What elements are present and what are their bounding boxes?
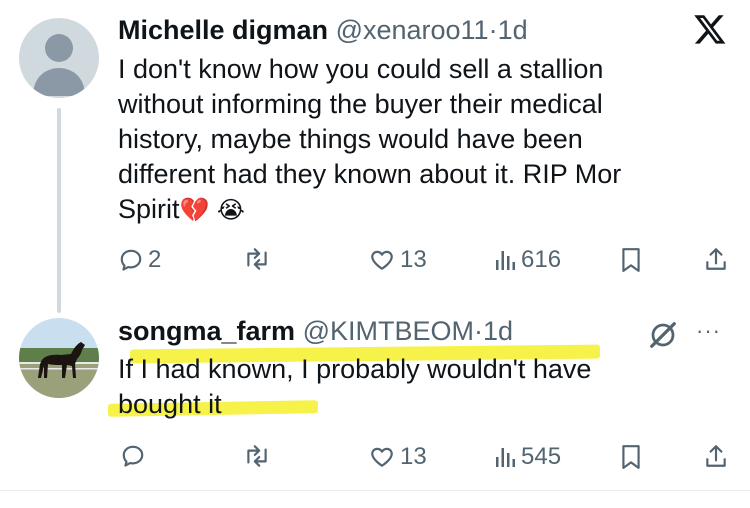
text-line: different had they known about it. RIP M… bbox=[118, 159, 622, 189]
crying-face-emoji: 😭 bbox=[216, 197, 245, 224]
views-button[interactable]: 545 bbox=[493, 443, 561, 471]
bookmark-icon bbox=[622, 248, 640, 272]
retweet-button[interactable] bbox=[243, 246, 271, 272]
view-count: 616 bbox=[521, 246, 562, 273]
tweet2-header: songma_farm @KIMTBEOM·1d bbox=[118, 314, 513, 348]
text-line: If I had known, I probably wouldn't have bbox=[118, 354, 592, 384]
bookmark-icon bbox=[622, 445, 640, 469]
text-line: history, maybe things would have been bbox=[118, 124, 583, 154]
text-line: bought it bbox=[118, 389, 222, 419]
like-button[interactable]: 13 bbox=[368, 246, 427, 274]
timestamp[interactable]: 1d bbox=[483, 316, 513, 346]
reply-icon bbox=[122, 445, 144, 467]
retweet-button[interactable] bbox=[243, 443, 271, 469]
separator-dot: · bbox=[488, 15, 498, 45]
grok-icon[interactable] bbox=[648, 320, 678, 350]
heart-icon bbox=[371, 250, 393, 270]
bookmark-button[interactable] bbox=[620, 444, 642, 470]
share-icon bbox=[706, 248, 726, 270]
text-line: without informing the buyer their medica… bbox=[118, 89, 603, 119]
view-count: 545 bbox=[521, 443, 562, 470]
reply-count: 2 bbox=[148, 246, 162, 273]
reply-button[interactable]: 2 bbox=[118, 246, 161, 274]
retweet-icon bbox=[247, 248, 267, 270]
share-button[interactable] bbox=[703, 246, 729, 272]
divider bbox=[0, 490, 750, 491]
tweet1-header: Michelle digman @xenaroo11·1d bbox=[118, 13, 528, 47]
x-logo-icon[interactable] bbox=[693, 12, 727, 46]
tweet2-text: If I had known, I probably wouldn't have… bbox=[118, 352, 698, 422]
thread-connector-line bbox=[57, 108, 61, 313]
views-chart-icon bbox=[496, 448, 515, 467]
text-line: I don't know how you could sell a stalli… bbox=[118, 54, 604, 84]
text-line-last: Spirit💔 😭 bbox=[118, 192, 698, 228]
separator-dot: · bbox=[474, 316, 483, 346]
avatar-default[interactable] bbox=[19, 18, 99, 98]
share-button[interactable] bbox=[703, 443, 729, 469]
like-count: 13 bbox=[400, 443, 427, 470]
author-name[interactable]: Michelle digman bbox=[118, 15, 328, 45]
share-icon bbox=[706, 445, 726, 467]
heart-icon bbox=[371, 447, 393, 467]
bookmark-button[interactable] bbox=[620, 247, 642, 273]
tweet1-text: I don't know how you could sell a stalli… bbox=[118, 52, 698, 228]
author-name[interactable]: songma_farm bbox=[118, 316, 295, 346]
reply-icon bbox=[120, 249, 142, 271]
views-button[interactable]: 616 bbox=[493, 246, 561, 274]
author-handle[interactable]: @xenaroo11 bbox=[336, 15, 489, 45]
timestamp[interactable]: 1d bbox=[498, 15, 528, 45]
broken-heart-emoji: 💔 bbox=[179, 197, 210, 224]
author-handle[interactable]: @KIMTBEOM bbox=[303, 316, 474, 346]
avatar-songma-farm[interactable] bbox=[19, 318, 99, 398]
default-avatar-icon bbox=[33, 34, 85, 96]
retweet-icon bbox=[247, 445, 267, 467]
reply-button[interactable] bbox=[120, 443, 146, 469]
more-options-button[interactable]: ··· bbox=[696, 318, 721, 344]
text-segment: Spirit bbox=[118, 194, 180, 224]
like-count: 13 bbox=[400, 246, 427, 273]
horse-photo-icon bbox=[19, 318, 99, 398]
views-chart-icon bbox=[496, 251, 515, 270]
like-button[interactable]: 13 bbox=[368, 443, 427, 471]
